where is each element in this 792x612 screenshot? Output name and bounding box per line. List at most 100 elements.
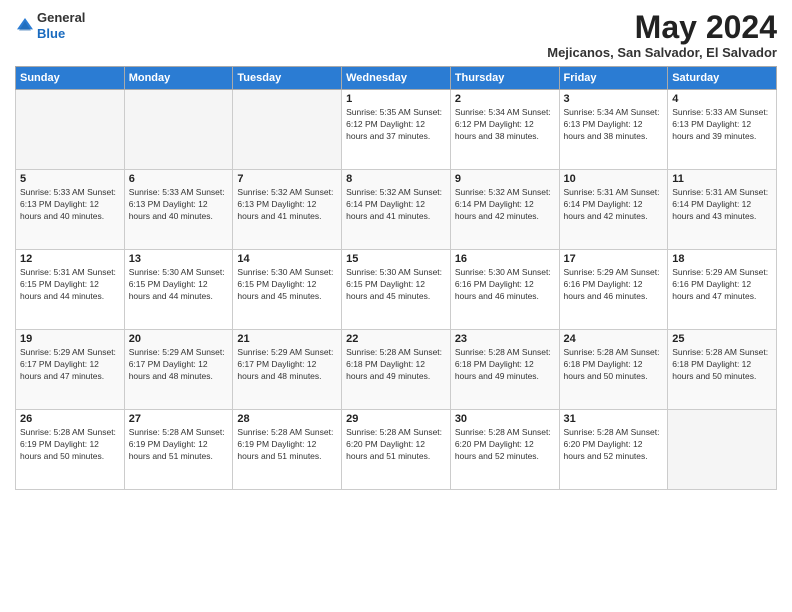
calendar-cell-w5-d7 (668, 410, 777, 490)
calendar-cell-w4-d6: 24 Sunrise: 5:28 AM Sunset: 6:18 PM Dayli… (559, 330, 668, 410)
calendar-cell-w3-d6: 17 Sunrise: 5:29 AM Sunset: 6:16 PM Dayli… (559, 250, 668, 330)
day-number: 13 (129, 253, 229, 265)
calendar-cell-w4-d5: 23 Sunrise: 5:28 AM Sunset: 6:18 PM Dayli… (450, 330, 559, 410)
calendar-week-1: 1 Sunrise: 5:35 AM Sunset: 6:12 PM Daylig… (16, 90, 777, 170)
day-info: Sunrise: 5:32 AM Sunset: 6:14 PM Dayligh… (455, 187, 555, 223)
title-block: May 2024 Mejicanos, San Salvador, El Sal… (547, 10, 777, 60)
calendar-cell-w4-d1: 19Sunrise: 5:29 AM Sunset: 6:17 PM Dayli… (16, 330, 125, 410)
col-sunday: Sunday (16, 67, 125, 90)
col-thursday: Thursday (450, 67, 559, 90)
day-number: 19 (20, 333, 120, 345)
calendar-cell-w5-d3: 28 Sunrise: 5:28 AM Sunset: 6:19 PM Dayli… (233, 410, 342, 490)
day-number: 12 (20, 253, 120, 265)
day-number: 31 (564, 413, 664, 425)
day-info: Sunrise: 5:28 AM Sunset: 6:20 PM Dayligh… (455, 427, 555, 463)
col-tuesday: Tuesday (233, 67, 342, 90)
day-info: Sunrise: 5:28 AM Sunset: 6:18 PM Dayligh… (564, 347, 664, 383)
col-monday: Monday (124, 67, 233, 90)
calendar-table: Sunday Monday Tuesday Wednesday Thursday… (15, 66, 777, 490)
day-number: 17 (564, 253, 664, 265)
logo-text: General Blue (37, 10, 85, 41)
day-number: 10 (564, 173, 664, 185)
day-info: Sunrise: 5:31 AM Sunset: 6:14 PM Dayligh… (564, 187, 664, 223)
calendar-cell-w2-d5: 9 Sunrise: 5:32 AM Sunset: 6:14 PM Daylig… (450, 170, 559, 250)
col-wednesday: Wednesday (342, 67, 451, 90)
calendar-cell-w2-d7: 11 Sunrise: 5:31 AM Sunset: 6:14 PM Dayli… (668, 170, 777, 250)
day-number: 15 (346, 253, 446, 265)
day-number: 28 (237, 413, 337, 425)
day-number: 30 (455, 413, 555, 425)
calendar-header-row: Sunday Monday Tuesday Wednesday Thursday… (16, 67, 777, 90)
day-info: Sunrise: 5:33 AM Sunset: 6:13 PM Dayligh… (20, 187, 120, 223)
day-info: Sunrise: 5:29 AM Sunset: 6:16 PM Dayligh… (564, 267, 664, 303)
day-number: 29 (346, 413, 446, 425)
day-info: Sunrise: 5:30 AM Sunset: 6:15 PM Dayligh… (346, 267, 446, 303)
day-info: Sunrise: 5:35 AM Sunset: 6:12 PM Dayligh… (346, 107, 446, 143)
day-number: 1 (346, 93, 446, 105)
calendar-cell-w1-d4: 1 Sunrise: 5:35 AM Sunset: 6:12 PM Daylig… (342, 90, 451, 170)
col-saturday: Saturday (668, 67, 777, 90)
calendar-cell-w3-d7: 18 Sunrise: 5:29 AM Sunset: 6:16 PM Dayli… (668, 250, 777, 330)
day-info: Sunrise: 5:33 AM Sunset: 6:13 PM Dayligh… (129, 187, 229, 223)
day-number: 2 (455, 93, 555, 105)
day-number: 11 (672, 173, 772, 185)
day-info: Sunrise: 5:28 AM Sunset: 6:19 PM Dayligh… (237, 427, 337, 463)
calendar-cell-w2-d2: 6 Sunrise: 5:33 AM Sunset: 6:13 PM Daylig… (124, 170, 233, 250)
calendar-cell-w5-d4: 29 Sunrise: 5:28 AM Sunset: 6:20 PM Dayli… (342, 410, 451, 490)
day-number: 27 (129, 413, 229, 425)
calendar-week-3: 12 Sunrise: 5:31 AM Sunset: 6:15 PM Dayli… (16, 250, 777, 330)
day-info: Sunrise: 5:32 AM Sunset: 6:13 PM Dayligh… (237, 187, 337, 223)
day-info: Sunrise: 5:28 AM Sunset: 6:19 PM Dayligh… (129, 427, 229, 463)
day-number: 22 (346, 333, 446, 345)
calendar-week-2: 5Sunrise: 5:33 AM Sunset: 6:13 PM Daylig… (16, 170, 777, 250)
calendar-cell-w4-d4: 22Sunrise: 5:28 AM Sunset: 6:18 PM Dayli… (342, 330, 451, 410)
day-info: Sunrise: 5:28 AM Sunset: 6:18 PM Dayligh… (455, 347, 555, 383)
day-number: 8 (346, 173, 446, 185)
calendar-week-4: 19Sunrise: 5:29 AM Sunset: 6:17 PM Dayli… (16, 330, 777, 410)
calendar-cell-w3-d2: 13 Sunrise: 5:30 AM Sunset: 6:15 PM Dayli… (124, 250, 233, 330)
day-info: Sunrise: 5:29 AM Sunset: 6:16 PM Dayligh… (672, 267, 772, 303)
day-number: 26 (20, 413, 120, 425)
calendar-cell-w4-d3: 21Sunrise: 5:29 AM Sunset: 6:17 PM Dayli… (233, 330, 342, 410)
day-info: Sunrise: 5:30 AM Sunset: 6:16 PM Dayligh… (455, 267, 555, 303)
day-number: 18 (672, 253, 772, 265)
day-info: Sunrise: 5:31 AM Sunset: 6:15 PM Dayligh… (20, 267, 120, 303)
day-info: Sunrise: 5:28 AM Sunset: 6:19 PM Dayligh… (20, 427, 120, 463)
day-info: Sunrise: 5:34 AM Sunset: 6:13 PM Dayligh… (564, 107, 664, 143)
month-year-title: May 2024 (547, 10, 777, 45)
day-number: 20 (129, 333, 229, 345)
day-info: Sunrise: 5:31 AM Sunset: 6:14 PM Dayligh… (672, 187, 772, 223)
calendar-cell-w5-d2: 27 Sunrise: 5:28 AM Sunset: 6:19 PM Dayli… (124, 410, 233, 490)
calendar-cell-w3-d4: 15 Sunrise: 5:30 AM Sunset: 6:15 PM Dayli… (342, 250, 451, 330)
day-number: 9 (455, 173, 555, 185)
day-info: Sunrise: 5:32 AM Sunset: 6:14 PM Dayligh… (346, 187, 446, 223)
calendar-cell-w1-d3 (233, 90, 342, 170)
day-number: 24 (564, 333, 664, 345)
calendar-cell-w2-d1: 5Sunrise: 5:33 AM Sunset: 6:13 PM Daylig… (16, 170, 125, 250)
calendar-week-5: 26 Sunrise: 5:28 AM Sunset: 6:19 PM Dayli… (16, 410, 777, 490)
logo-icon (15, 16, 35, 36)
calendar-cell-w1-d6: 3 Sunrise: 5:34 AM Sunset: 6:13 PM Daylig… (559, 90, 668, 170)
day-number: 25 (672, 333, 772, 345)
calendar-cell-w3-d3: 14 Sunrise: 5:30 AM Sunset: 6:15 PM Dayli… (233, 250, 342, 330)
day-info: Sunrise: 5:30 AM Sunset: 6:15 PM Dayligh… (237, 267, 337, 303)
day-number: 14 (237, 253, 337, 265)
calendar-cell-w2-d4: 8 Sunrise: 5:32 AM Sunset: 6:14 PM Daylig… (342, 170, 451, 250)
day-number: 21 (237, 333, 337, 345)
day-info: Sunrise: 5:30 AM Sunset: 6:15 PM Dayligh… (129, 267, 229, 303)
calendar-cell-w5-d5: 30 Sunrise: 5:28 AM Sunset: 6:20 PM Dayli… (450, 410, 559, 490)
calendar-cell-w3-d1: 12 Sunrise: 5:31 AM Sunset: 6:15 PM Dayli… (16, 250, 125, 330)
calendar-cell-w1-d7: 4Sunrise: 5:33 AM Sunset: 6:13 PM Daylig… (668, 90, 777, 170)
calendar-cell-w4-d2: 20Sunrise: 5:29 AM Sunset: 6:17 PM Dayli… (124, 330, 233, 410)
day-info: Sunrise: 5:28 AM Sunset: 6:20 PM Dayligh… (346, 427, 446, 463)
day-number: 3 (564, 93, 664, 105)
day-info: Sunrise: 5:28 AM Sunset: 6:18 PM Dayligh… (672, 347, 772, 383)
day-number: 7 (237, 173, 337, 185)
day-number: 23 (455, 333, 555, 345)
day-info: Sunrise: 5:28 AM Sunset: 6:20 PM Dayligh… (564, 427, 664, 463)
day-number: 6 (129, 173, 229, 185)
location-subtitle: Mejicanos, San Salvador, El Salvador (547, 45, 777, 60)
calendar-cell-w1-d1 (16, 90, 125, 170)
calendar-cell-w4-d7: 25 Sunrise: 5:28 AM Sunset: 6:18 PM Dayli… (668, 330, 777, 410)
calendar-cell-w5-d1: 26 Sunrise: 5:28 AM Sunset: 6:19 PM Dayli… (16, 410, 125, 490)
